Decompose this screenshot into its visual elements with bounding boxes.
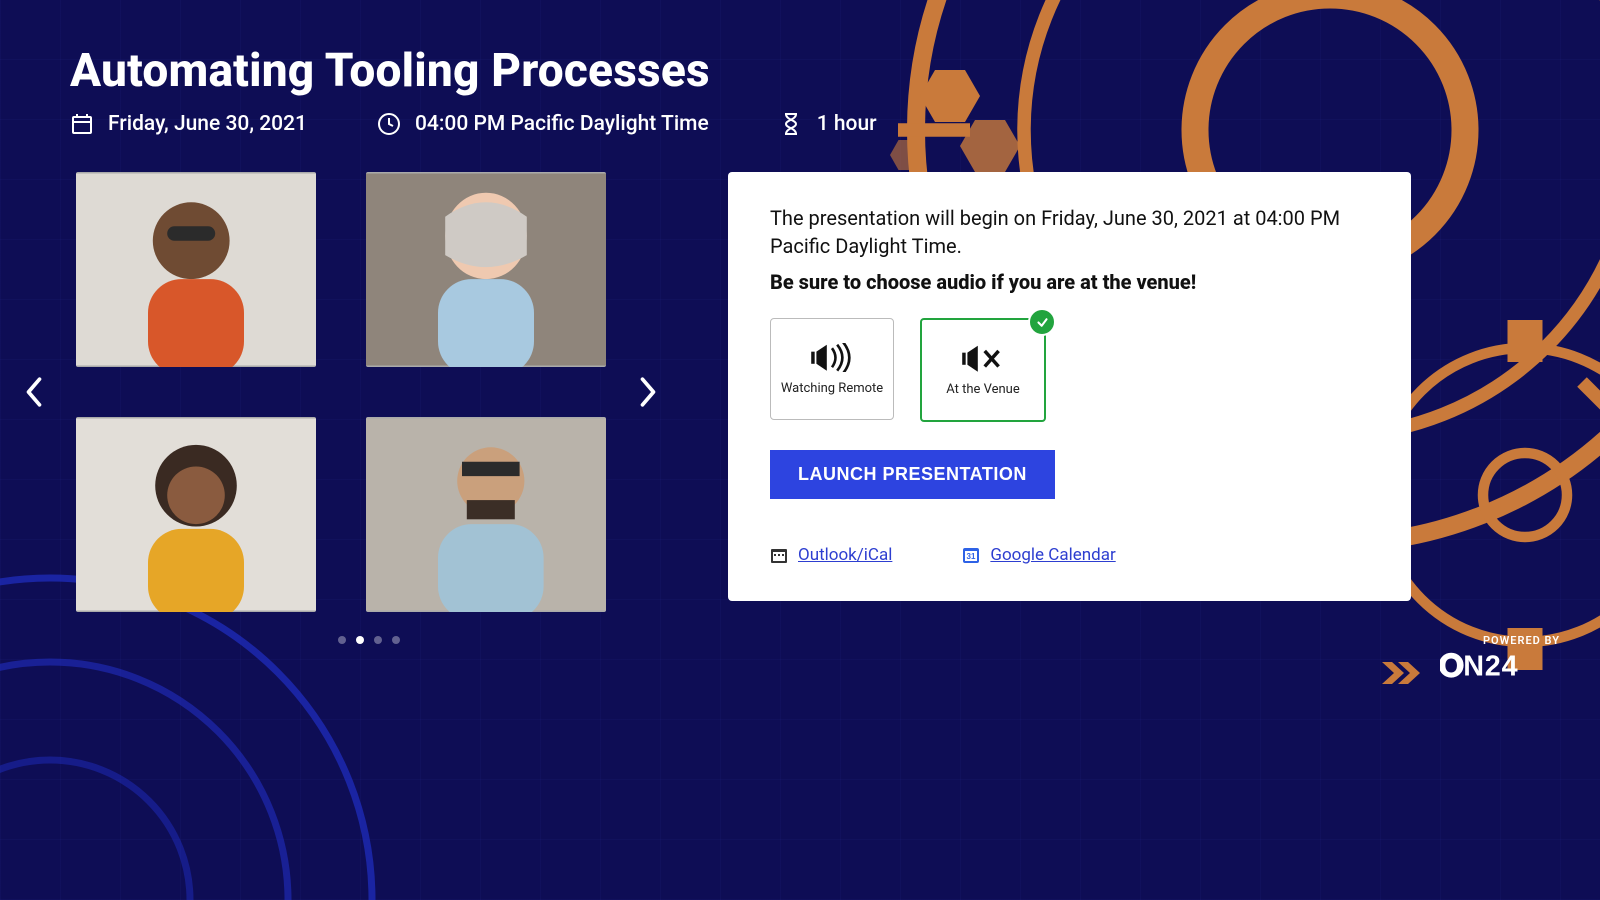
- speaker-mute-icon: [957, 344, 1009, 374]
- brand-name: ON24: [1440, 649, 1560, 692]
- event-date-text: Friday, June 30, 2021: [108, 112, 307, 136]
- calendar-google-icon: 31: [962, 546, 980, 564]
- audio-option-remote-label: Watching Remote: [781, 381, 883, 396]
- event-duration: 1 hour: [779, 112, 877, 136]
- chevron-decoration-icon: [1382, 658, 1432, 688]
- event-duration-text: 1 hour: [817, 112, 877, 136]
- event-meta-row: Friday, June 30, 2021 04:00 PM Pacific D…: [70, 112, 1530, 136]
- launch-presentation-button[interactable]: LAUNCH PRESENTATION: [770, 450, 1055, 499]
- carousel-dots: [70, 636, 668, 644]
- hourglass-icon: [779, 112, 803, 136]
- google-calendar-label: Google Calendar: [990, 545, 1115, 565]
- page-title: Automating Tooling Processes: [70, 44, 1530, 98]
- info-panel: The presentation will begin on Friday, J…: [728, 172, 1411, 601]
- outlook-ical-label: Outlook/iCal: [798, 545, 892, 565]
- clock-icon: [377, 112, 401, 136]
- speaker-on-icon: [806, 343, 858, 373]
- speaker-carousel: [70, 172, 668, 612]
- svg-text:31: 31: [967, 552, 976, 561]
- check-badge-icon: [1028, 308, 1056, 336]
- event-time: 04:00 PM Pacific Daylight Time: [377, 112, 709, 136]
- carousel-dot[interactable]: [356, 636, 364, 644]
- audio-option-remote[interactable]: Watching Remote: [770, 318, 894, 420]
- event-date: Friday, June 30, 2021: [70, 112, 307, 136]
- audio-options: Watching Remote At the Venue: [770, 318, 1369, 422]
- audio-option-venue-label: At the Venue: [946, 382, 1020, 397]
- carousel-dot[interactable]: [374, 636, 382, 644]
- carousel-dot[interactable]: [338, 636, 346, 644]
- panel-intro-text: The presentation will begin on Friday, J…: [770, 204, 1369, 260]
- speaker-card[interactable]: [76, 172, 316, 367]
- speaker-card[interactable]: [366, 417, 606, 612]
- carousel-next-button[interactable]: [628, 372, 668, 412]
- speaker-card[interactable]: [76, 417, 316, 612]
- carousel-dot[interactable]: [392, 636, 400, 644]
- calendar-outlook-icon: [770, 546, 788, 564]
- speaker-card[interactable]: [366, 172, 606, 367]
- event-time-text: 04:00 PM Pacific Daylight Time: [415, 112, 709, 136]
- carousel-prev-button[interactable]: [14, 372, 54, 412]
- panel-instruction-text: Be sure to choose audio if you are at th…: [770, 270, 1369, 294]
- calendar-icon: [70, 112, 94, 136]
- google-calendar-link[interactable]: 31 Google Calendar: [962, 545, 1115, 565]
- outlook-ical-link[interactable]: Outlook/iCal: [770, 545, 892, 565]
- audio-option-venue[interactable]: At the Venue: [920, 318, 1046, 422]
